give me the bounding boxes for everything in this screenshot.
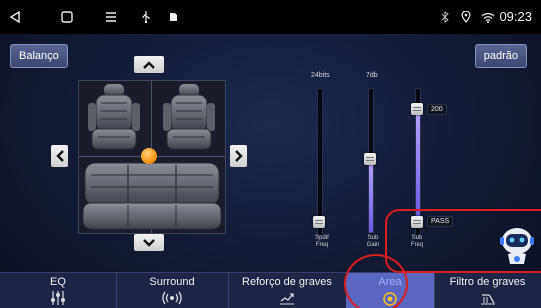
wifi-icon [480,0,496,34]
tab-label: EQ [50,276,66,288]
slider-label: Sub [411,235,423,241]
arrow-up-button[interactable] [134,56,164,73]
tab-label: Reforço de graves [242,276,332,288]
balance-button[interactable]: Balanço [10,44,68,68]
car-seat-icon [163,84,215,150]
screen: 09:23 Balanço padrão 24bits Spdif Freq 7… [0,0,541,308]
usb-icon [140,0,152,34]
tab-label: Surround [149,276,195,288]
tab-label: Area [378,276,402,288]
slider-thumb[interactable] [313,216,325,228]
slider-fill [369,160,373,233]
area-target-icon [346,291,434,307]
arrow-left-button[interactable] [51,145,68,167]
tab-eq[interactable]: EQ [0,273,117,308]
slider-track [317,88,323,236]
slider-label: Freq [315,242,329,248]
focus-dot-icon[interactable] [141,148,157,164]
bass-filter-icon [434,291,541,307]
car-seat-icon [82,162,222,230]
back-icon[interactable] [8,0,22,34]
home-icon[interactable] [60,0,74,34]
arrow-right-button[interactable] [230,145,247,167]
tab-bass-boost[interactable]: Reforço de graves [228,273,347,308]
clock: 09:23 [499,9,532,24]
equalizer-sliders-icon [0,291,116,307]
bass-boost-icon [228,291,346,307]
tab-bar: EQ Surround Reforço de graves Area Filtr… [0,272,541,308]
slider-thumb-upper[interactable] [411,103,423,115]
arrow-down-icon [143,238,155,247]
sd-card-icon [168,0,178,34]
slider-value: 7db [366,72,378,79]
arrow-left-icon [55,150,64,162]
tab-bass-filter[interactable]: Filtro de graves [434,273,541,308]
tab-label: Filtro de graves [449,276,526,288]
tab-surround[interactable]: Surround [116,273,229,308]
slider-thumb[interactable] [364,153,376,165]
slider-value-tag: 200 [427,104,447,115]
slider-spdif-freq[interactable]: 24bits Spdif Freq [305,70,335,255]
robot-assistant-icon[interactable] [498,224,536,268]
menu-icon[interactable] [104,0,118,34]
slider-fill [416,110,420,220]
slider-value: 24bits [311,72,330,79]
surround-sound-icon [116,291,228,307]
car-seat-icon [88,84,140,150]
slider-label: Sub [367,235,379,241]
car-seat-view[interactable] [78,80,226,234]
slider-label: Spdif [315,235,329,241]
location-icon [460,0,472,34]
arrow-up-icon [143,60,155,69]
status-bar: 09:23 [0,0,541,34]
slider-sub-gain[interactable]: 7db Sub Gain [356,70,386,255]
bluetooth-icon [440,0,450,34]
arrow-right-icon [234,150,243,162]
default-button[interactable]: padrão [474,44,527,68]
slider-thumb-lower[interactable] [411,216,423,228]
slider-sub-freq[interactable]: 200 PASS Sub Freq [403,70,463,255]
slider-label: Gain [366,242,380,248]
tab-area[interactable]: Area [346,273,435,308]
slider-value-tag: PASS [427,216,454,227]
slider-label: Freq [410,242,424,248]
arrow-down-button[interactable] [134,234,164,251]
